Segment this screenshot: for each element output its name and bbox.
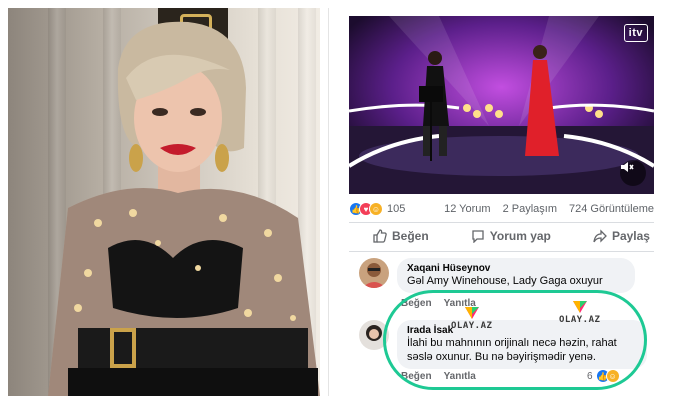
portrait-photo xyxy=(8,8,320,396)
share-arrow-icon xyxy=(593,229,607,243)
like-button[interactable]: Beğen xyxy=(373,229,429,243)
like-label: Beğen xyxy=(392,229,429,243)
woman-figure xyxy=(48,21,320,396)
highlight-circle xyxy=(383,290,647,390)
facebook-post-screenshot: itv 👍 ♥ ☺ 105 12 Yorum 2 Paylaşım 724 Gö… xyxy=(328,8,674,396)
divider xyxy=(349,251,654,252)
divider xyxy=(349,222,654,223)
view-count: 724 Görüntüleme xyxy=(569,203,654,215)
share-label: Paylaş xyxy=(611,229,650,243)
reaction-count: 105 xyxy=(387,203,406,215)
share-count[interactable]: 2 Paylaşım xyxy=(503,203,557,215)
post-stats: 👍 ♥ ☺ 105 12 Yorum 2 Paylaşım 724 Görünt… xyxy=(349,198,654,220)
user-avatar-icon xyxy=(359,258,389,288)
share-button[interactable]: Paylaş xyxy=(593,229,650,243)
comment-bubble-icon xyxy=(472,230,484,243)
channel-logo: itv xyxy=(623,24,648,42)
avatar[interactable] xyxy=(359,258,389,288)
mute-button[interactable] xyxy=(620,160,646,186)
comment-label: Yorum yap xyxy=(489,229,551,243)
comment-text: Gəl Amy Winehouse, Lady Gaga oxuyur xyxy=(407,275,603,287)
comment-item: Xaqani Hüseynov Gəl Amy Winehouse, Lady … xyxy=(359,258,635,293)
comment-button[interactable]: Yorum yap xyxy=(471,229,551,243)
stage-scene xyxy=(349,16,654,194)
video-player[interactable]: itv xyxy=(349,16,654,194)
haha-icon: ☺ xyxy=(369,202,383,216)
thumbs-up-icon xyxy=(373,229,387,243)
post-actions: Beğen Yorum yap Paylaş xyxy=(349,225,654,247)
comment-count[interactable]: 12 Yorum xyxy=(444,203,490,215)
reaction-summary[interactable]: 👍 ♥ ☺ 105 xyxy=(349,202,405,216)
comment-author[interactable]: Xaqani Hüseynov xyxy=(407,263,625,274)
speaker-muted-icon xyxy=(621,162,634,172)
